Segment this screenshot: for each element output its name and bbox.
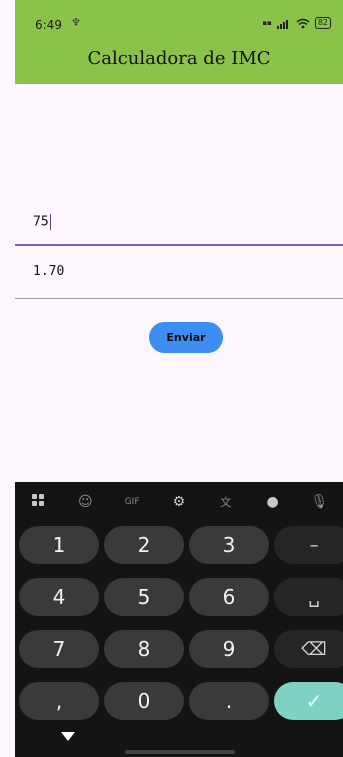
key-8[interactable]: 8 [104, 630, 184, 668]
settings-icon[interactable]: ⚙ [165, 494, 193, 510]
period-key[interactable]: . [189, 682, 269, 720]
nav-back-icon[interactable] [61, 732, 75, 741]
apps-icon[interactable] [24, 493, 52, 511]
page-title: Calculadora de IMC [87, 48, 271, 69]
nav-home-pill[interactable] [125, 750, 235, 754]
sticker-icon[interactable]: ☺ [71, 494, 99, 510]
status-icons: ▪▪ 82 [262, 17, 331, 29]
comma-key[interactable]: , [19, 682, 99, 720]
weight-input-value: 75 [33, 214, 49, 230]
key-6[interactable]: 6 [189, 578, 269, 616]
backspace-key[interactable]: ⌫ [274, 630, 343, 668]
key-5[interactable]: 5 [104, 578, 184, 616]
signal-icon [276, 19, 288, 29]
done-key[interactable]: ✓ [274, 682, 343, 720]
translate-icon[interactable]: 文 [212, 494, 240, 510]
send-button[interactable]: Enviar [149, 322, 223, 353]
main-content: 75 1.70 Enviar [15, 84, 343, 482]
wifi-icon [296, 18, 310, 28]
text-cursor [49, 214, 52, 230]
gif-icon[interactable]: GIF [118, 497, 146, 507]
minus-key[interactable]: – [274, 526, 343, 564]
keyboard-toolbar: ☺ GIF ⚙ 文 ● 🎙︎ [15, 482, 343, 522]
numeric-keyboard: ☺ GIF ⚙ 文 ● 🎙︎ 1 2 3 – 4 5 6 ␣ 7 8 9 ⌫ ,… [15, 482, 343, 757]
notification-icon: ♆ [71, 16, 81, 29]
app-bar: 6:49 ♆ ▪▪ 82 Calculadora de IMC [15, 0, 343, 84]
data-speed-icon: ▪▪ [262, 18, 272, 27]
space-key[interactable]: ␣ [274, 578, 343, 616]
key-3[interactable]: 3 [189, 526, 269, 564]
weight-input[interactable]: 75 [15, 202, 343, 246]
mic-icon[interactable]: 🎙︎ [305, 494, 333, 510]
weight-input-value-wrap: 75 [33, 214, 52, 230]
height-input[interactable]: 1.70 [15, 250, 343, 299]
height-input-value: 1.70 [33, 264, 65, 279]
battery-icon: 82 [314, 17, 331, 29]
key-9[interactable]: 9 [189, 630, 269, 668]
key-7[interactable]: 7 [19, 630, 99, 668]
key-0[interactable]: 0 [104, 682, 184, 720]
status-time: 6:49 [35, 18, 62, 32]
key-2[interactable]: 2 [104, 526, 184, 564]
palette-icon[interactable]: ● [259, 494, 287, 510]
key-4[interactable]: 4 [19, 578, 99, 616]
key-1[interactable]: 1 [19, 526, 99, 564]
